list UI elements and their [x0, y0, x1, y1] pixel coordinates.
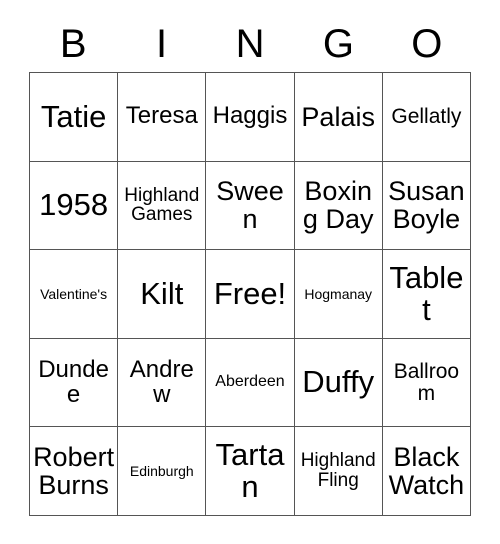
- bingo-cell-r4c1[interactable]: Dundee: [30, 338, 119, 428]
- bingo-header-letter-n: N: [235, 22, 265, 66]
- bingo-cell-label: Andrew: [129, 355, 194, 408]
- bingo-cell-label: Tablet: [389, 259, 464, 327]
- bingo-cell-r5c5[interactable]: Black Watch: [382, 427, 471, 516]
- bingo-cell-label: 1958: [39, 187, 109, 223]
- bingo-cell-r1c2[interactable]: Teresa: [118, 73, 207, 162]
- bingo-cell-label: Free!: [213, 275, 287, 311]
- bingo-header-letter-g: G: [322, 22, 354, 66]
- bingo-cell-free-space[interactable]: Free!: [206, 250, 295, 339]
- bingo-cell-r4c3[interactable]: Aberdeen: [206, 338, 295, 428]
- bingo-cell-r3c2[interactable]: Kilt: [118, 250, 207, 339]
- bingo-cell-r1c1[interactable]: Tatie: [30, 73, 119, 162]
- bingo-header-letter-o: O: [411, 22, 443, 66]
- bingo-cell-label: Robert Burns: [33, 442, 115, 501]
- bingo-cell-label: Susan Boyle: [388, 176, 465, 235]
- bingo-header-letter-i: I: [156, 22, 168, 66]
- bingo-header-letter-b: B: [59, 22, 87, 66]
- bingo-cell-label: Highland Fling: [300, 450, 376, 492]
- bingo-cell-r1c3[interactable]: Haggis: [206, 73, 295, 162]
- bingo-cell-label: Teresa: [125, 102, 198, 130]
- bingo-cell-r1c4[interactable]: Palais: [294, 73, 383, 162]
- bingo-cell-r4c5[interactable]: Ballroom: [382, 338, 471, 428]
- bingo-cell-label: Valentine's: [40, 285, 108, 302]
- bingo-cell-label: Boxing Day: [302, 176, 374, 235]
- bingo-card: B I N G O Tatie Teresa Haggis Palais Gel…: [0, 0, 500, 544]
- bingo-cell-r3c5[interactable]: Tablet: [382, 250, 471, 339]
- bingo-cell-r5c3[interactable]: Tartan: [206, 427, 295, 516]
- bingo-cell-r2c3[interactable]: Sween: [206, 161, 295, 251]
- bingo-cell-label: Dundee: [38, 355, 109, 408]
- bingo-cell-label: Tartan: [215, 436, 285, 505]
- bingo-cell-r4c4[interactable]: Duffy: [294, 338, 383, 428]
- bingo-grid: Tatie Teresa Haggis Palais Gellatly 1958…: [29, 72, 471, 516]
- bingo-cell-label: Aberdeen: [215, 373, 285, 391]
- bingo-cell-label: Ballroom: [393, 359, 460, 405]
- bingo-cell-r4c2[interactable]: Andrew: [118, 338, 207, 428]
- bingo-cell-r2c4[interactable]: Boxing Day: [294, 161, 383, 251]
- bingo-cell-label: Haggis: [212, 102, 288, 130]
- bingo-header-row: B I N G O: [29, 16, 471, 72]
- bingo-cell-label: Edinburgh: [129, 462, 194, 479]
- bingo-cell-label: Duffy: [302, 364, 375, 400]
- bingo-cell-r1c5[interactable]: Gellatly: [382, 73, 471, 162]
- bingo-cell-label: Kilt: [140, 275, 184, 311]
- bingo-cell-r5c4[interactable]: Highland Fling: [294, 427, 383, 516]
- bingo-cell-label: Highland Games: [124, 184, 200, 226]
- bingo-cell-r3c1[interactable]: Valentine's: [30, 250, 119, 339]
- bingo-cell-r2c1[interactable]: 1958: [30, 161, 119, 251]
- bingo-cell-label: Sween: [216, 176, 284, 235]
- bingo-cell-label: Tatie: [40, 98, 107, 134]
- bingo-cell-label: Gellatly: [391, 104, 462, 128]
- bingo-cell-label: Palais: [301, 101, 375, 132]
- bingo-cell-label: Hogmanay: [304, 285, 373, 302]
- bingo-cell-r5c2[interactable]: Edinburgh: [118, 427, 207, 516]
- bingo-cell-r2c2[interactable]: Highland Games: [118, 161, 207, 251]
- bingo-cell-r5c1[interactable]: Robert Burns: [30, 427, 119, 516]
- bingo-cell-r3c4[interactable]: Hogmanay: [294, 250, 383, 339]
- bingo-cell-label: Black Watch: [388, 442, 465, 501]
- bingo-cell-r2c5[interactable]: Susan Boyle: [382, 161, 471, 251]
